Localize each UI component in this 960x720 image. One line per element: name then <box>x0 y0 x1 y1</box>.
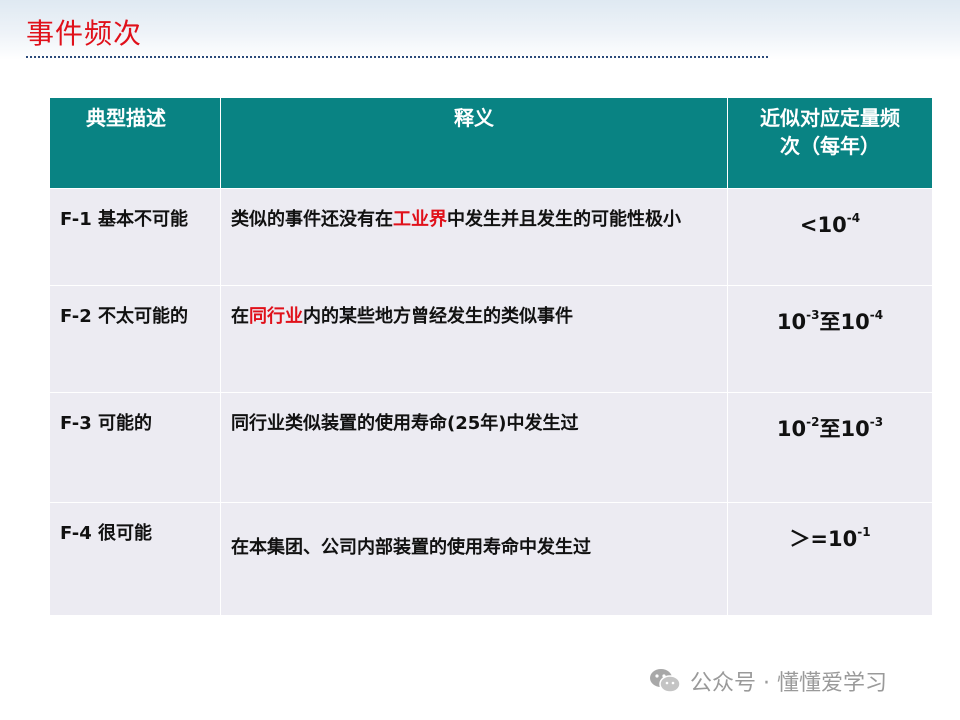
table-row: F-3 可能的 同行业类似装置的使用寿命(25年)中发生过 10-2至10-3 <box>49 392 933 503</box>
row-meaning: 类似的事件还没有在工业界中发生并且发生的可能性极小 <box>220 188 728 286</box>
row-description: F-3 可能的 <box>49 392 221 503</box>
row-frequency: 10-2至10-3 <box>727 392 933 503</box>
row-description: F-1 基本不可能 <box>49 188 221 286</box>
table-row: F-4 很可能 在本集团、公司内部装置的使用寿命中发生过 ＞=10-1 <box>49 502 933 616</box>
title-band <box>0 0 960 60</box>
header-description: 典型描述 <box>49 97 221 189</box>
wechat-icon <box>650 669 681 693</box>
table-header-row: 典型描述 释义 近似对应定量频 次（每年） <box>49 97 933 189</box>
row-description: F-4 很可能 <box>49 502 221 616</box>
page-title: 事件频次 <box>26 17 143 50</box>
row-meaning: 在同行业内的某些地方曾经发生的类似事件 <box>220 285 728 393</box>
highlight-text: 同行业 <box>249 306 303 327</box>
row-frequency: 10-3至10-4 <box>727 285 933 393</box>
row-frequency: ＞=10-1 <box>727 502 933 616</box>
row-meaning: 同行业类似装置的使用寿命(25年)中发生过 <box>220 392 728 503</box>
highlight-text: 工业界 <box>393 209 447 230</box>
watermark-footer: 公众号 · 懂懂爱学习 <box>648 664 887 698</box>
footer-text: 公众号 · 懂懂爱学习 <box>690 671 887 696</box>
table-row: F-1 基本不可能 类似的事件还没有在工业界中发生并且发生的可能性极小 <10-… <box>49 188 933 286</box>
row-description: F-2 不太可能的 <box>49 285 221 393</box>
frequency-table: 典型描述 释义 近似对应定量频 次（每年） F-1 基本不可能 类似的事件还没有… <box>49 97 933 616</box>
row-meaning: 在本集团、公司内部装置的使用寿命中发生过 <box>220 502 728 616</box>
header-frequency-line2: 次（每年） <box>780 134 880 158</box>
title-divider <box>26 56 768 58</box>
row-frequency: <10-4 <box>727 188 933 286</box>
table-row: F-2 不太可能的 在同行业内的某些地方曾经发生的类似事件 10-3至10-4 <box>49 285 933 393</box>
header-frequency-line1: 近似对应定量频 <box>760 106 900 130</box>
header-meaning: 释义 <box>220 97 728 189</box>
header-frequency: 近似对应定量频 次（每年） <box>727 97 933 189</box>
